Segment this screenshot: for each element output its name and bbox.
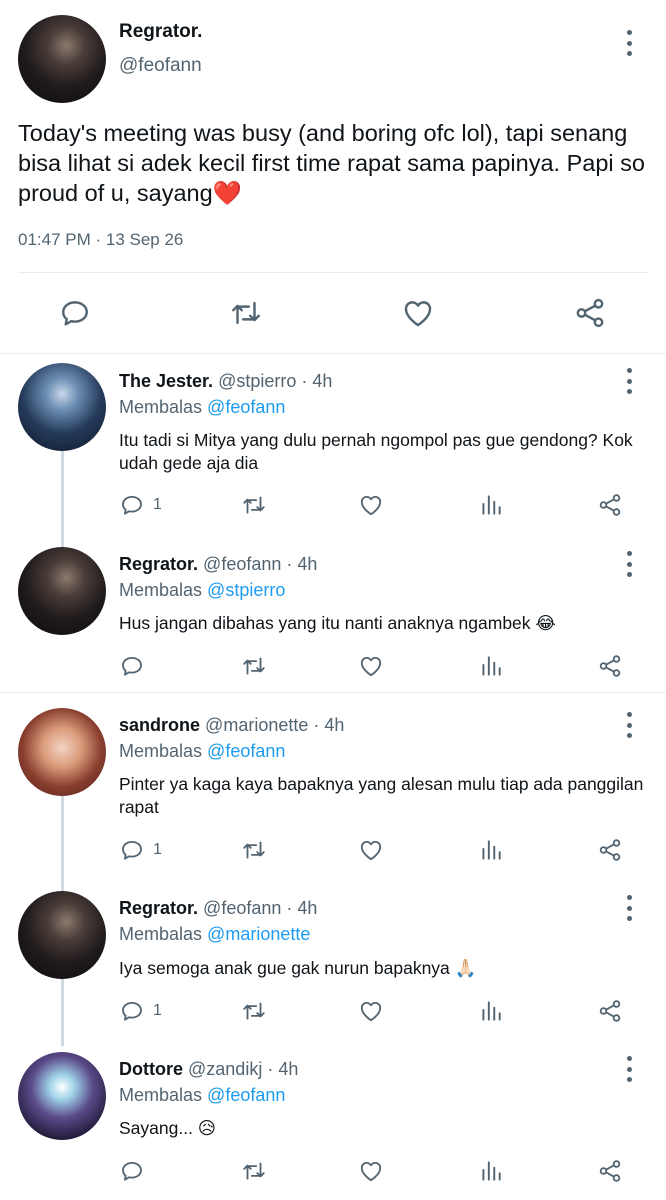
reply-icon <box>122 495 142 515</box>
mention-link[interactable]: @feofann <box>207 741 285 761</box>
views-icon[interactable] <box>478 653 504 679</box>
reply-time: · 4h <box>313 715 345 735</box>
avatar[interactable] <box>18 1052 106 1140</box>
reply-action[interactable]: 1 <box>119 492 162 518</box>
avatar[interactable] <box>18 708 106 796</box>
views-icon[interactable] <box>478 1158 504 1184</box>
reply-text: Itu tadi si Mitya yang dulu pernah ngomp… <box>119 430 633 473</box>
retweet-icon[interactable] <box>241 492 267 518</box>
reply-header: Dottore @zandikj · 4h <box>119 1059 298 1080</box>
tweet-text: Today's meeting was busy (and boring ofc… <box>18 120 645 206</box>
share-icon[interactable] <box>573 296 607 330</box>
mention-link[interactable]: @feofann <box>207 1085 285 1105</box>
more-options-icon[interactable] <box>617 895 641 921</box>
share-icon[interactable] <box>597 492 623 518</box>
share-icon[interactable] <box>597 837 623 863</box>
divider <box>18 272 648 273</box>
replying-to-label: Membalas <box>119 397 203 417</box>
more-options-icon[interactable] <box>617 1056 641 1082</box>
reply-author-handle[interactable]: @feofann <box>203 554 281 574</box>
reply-author-handle[interactable]: @stpierro <box>218 371 296 391</box>
mention-link[interactable]: @feofann <box>207 397 285 417</box>
reply-icon[interactable] <box>119 1158 145 1184</box>
replying-to: Membalas @feofann <box>119 1085 285 1106</box>
replying-to: Membalas @feofann <box>119 397 285 418</box>
share-icon[interactable] <box>597 653 623 679</box>
mention-link[interactable]: @marionette <box>207 924 310 944</box>
reply-icon[interactable] <box>119 653 145 679</box>
author-name[interactable]: Regrator. <box>119 21 202 43</box>
reply-header: Regrator. @feofann · 4h <box>119 554 317 575</box>
like-icon[interactable] <box>358 837 384 863</box>
views-icon[interactable] <box>478 998 504 1024</box>
avatar[interactable] <box>18 547 106 635</box>
reply-icon <box>122 1001 142 1021</box>
author-avatar[interactable] <box>18 15 106 103</box>
like-icon[interactable] <box>401 296 435 330</box>
mention-link[interactable]: @stpierro <box>207 580 285 600</box>
divider <box>0 692 666 693</box>
more-options-icon[interactable] <box>617 712 641 738</box>
replying-to-label: Membalas <box>119 1085 203 1105</box>
reply-author-handle[interactable]: @marionette <box>205 715 308 735</box>
avatar[interactable] <box>18 363 106 451</box>
replying-to-label: Membalas <box>119 924 203 944</box>
reply-header: The Jester. @stpierro · 4h <box>119 371 332 392</box>
reply-header: sandrone @marionette · 4h <box>119 715 344 736</box>
author-handle[interactable]: @feofann <box>119 55 202 77</box>
retweet-icon[interactable] <box>241 837 267 863</box>
like-icon[interactable] <box>358 998 384 1024</box>
reply-count: 1 <box>153 841 162 858</box>
reply-action[interactable]: 1 <box>119 998 162 1024</box>
reply-action[interactable]: 1 <box>119 837 162 863</box>
avatar[interactable] <box>18 891 106 979</box>
reply-text: Sayang... 😥 <box>119 1118 217 1138</box>
reply-text: Pinter ya kaga kaya bapaknya yang alesan… <box>119 774 644 817</box>
reply-author-name[interactable]: Regrator. <box>119 554 198 574</box>
reply-author-name[interactable]: Dottore <box>119 1059 183 1079</box>
reply-author-handle[interactable]: @feofann <box>203 898 281 918</box>
retweet-icon[interactable] <box>241 998 267 1024</box>
reply-author-name[interactable]: sandrone <box>119 715 200 735</box>
retweet-icon[interactable] <box>229 296 263 330</box>
reply-text: Iya semoga anak gue gak nurun bapaknya 🙏… <box>119 958 477 978</box>
reply-icon[interactable] <box>58 296 92 330</box>
replying-to: Membalas @marionette <box>119 924 310 945</box>
replying-to: Membalas @feofann <box>119 741 285 762</box>
replying-to-label: Membalas <box>119 580 203 600</box>
tweet-timestamp: 01:47 PM · 13 Sep 26 <box>18 230 184 249</box>
replying-to-label: Membalas <box>119 741 203 761</box>
retweet-icon[interactable] <box>241 1158 267 1184</box>
more-options-icon[interactable] <box>617 30 641 56</box>
reply-author-name[interactable]: The Jester. <box>119 371 213 391</box>
views-icon[interactable] <box>478 492 504 518</box>
retweet-icon[interactable] <box>241 653 267 679</box>
views-icon[interactable] <box>478 837 504 863</box>
like-icon[interactable] <box>358 492 384 518</box>
reply-header: Regrator. @feofann · 4h <box>119 898 317 919</box>
reply-icon <box>122 840 142 860</box>
share-icon[interactable] <box>597 998 623 1024</box>
like-icon[interactable] <box>358 653 384 679</box>
reply-time: · 4h <box>301 371 333 391</box>
reply-count: 1 <box>153 1002 162 1019</box>
like-icon[interactable] <box>358 1158 384 1184</box>
reply-text: Hus jangan dibahas yang itu nanti anakny… <box>119 613 556 633</box>
share-icon[interactable] <box>597 1158 623 1184</box>
more-options-icon[interactable] <box>617 551 641 577</box>
divider <box>0 353 666 354</box>
replying-to: Membalas @stpierro <box>119 580 285 601</box>
reply-time: · 4h <box>286 554 318 574</box>
reply-time: · 4h <box>267 1059 299 1079</box>
reply-time: · 4h <box>286 898 318 918</box>
reply-count: 1 <box>153 496 162 513</box>
more-options-icon[interactable] <box>617 368 641 394</box>
reply-author-handle[interactable]: @zandikj <box>188 1059 262 1079</box>
reply-author-name[interactable]: Regrator. <box>119 898 198 918</box>
